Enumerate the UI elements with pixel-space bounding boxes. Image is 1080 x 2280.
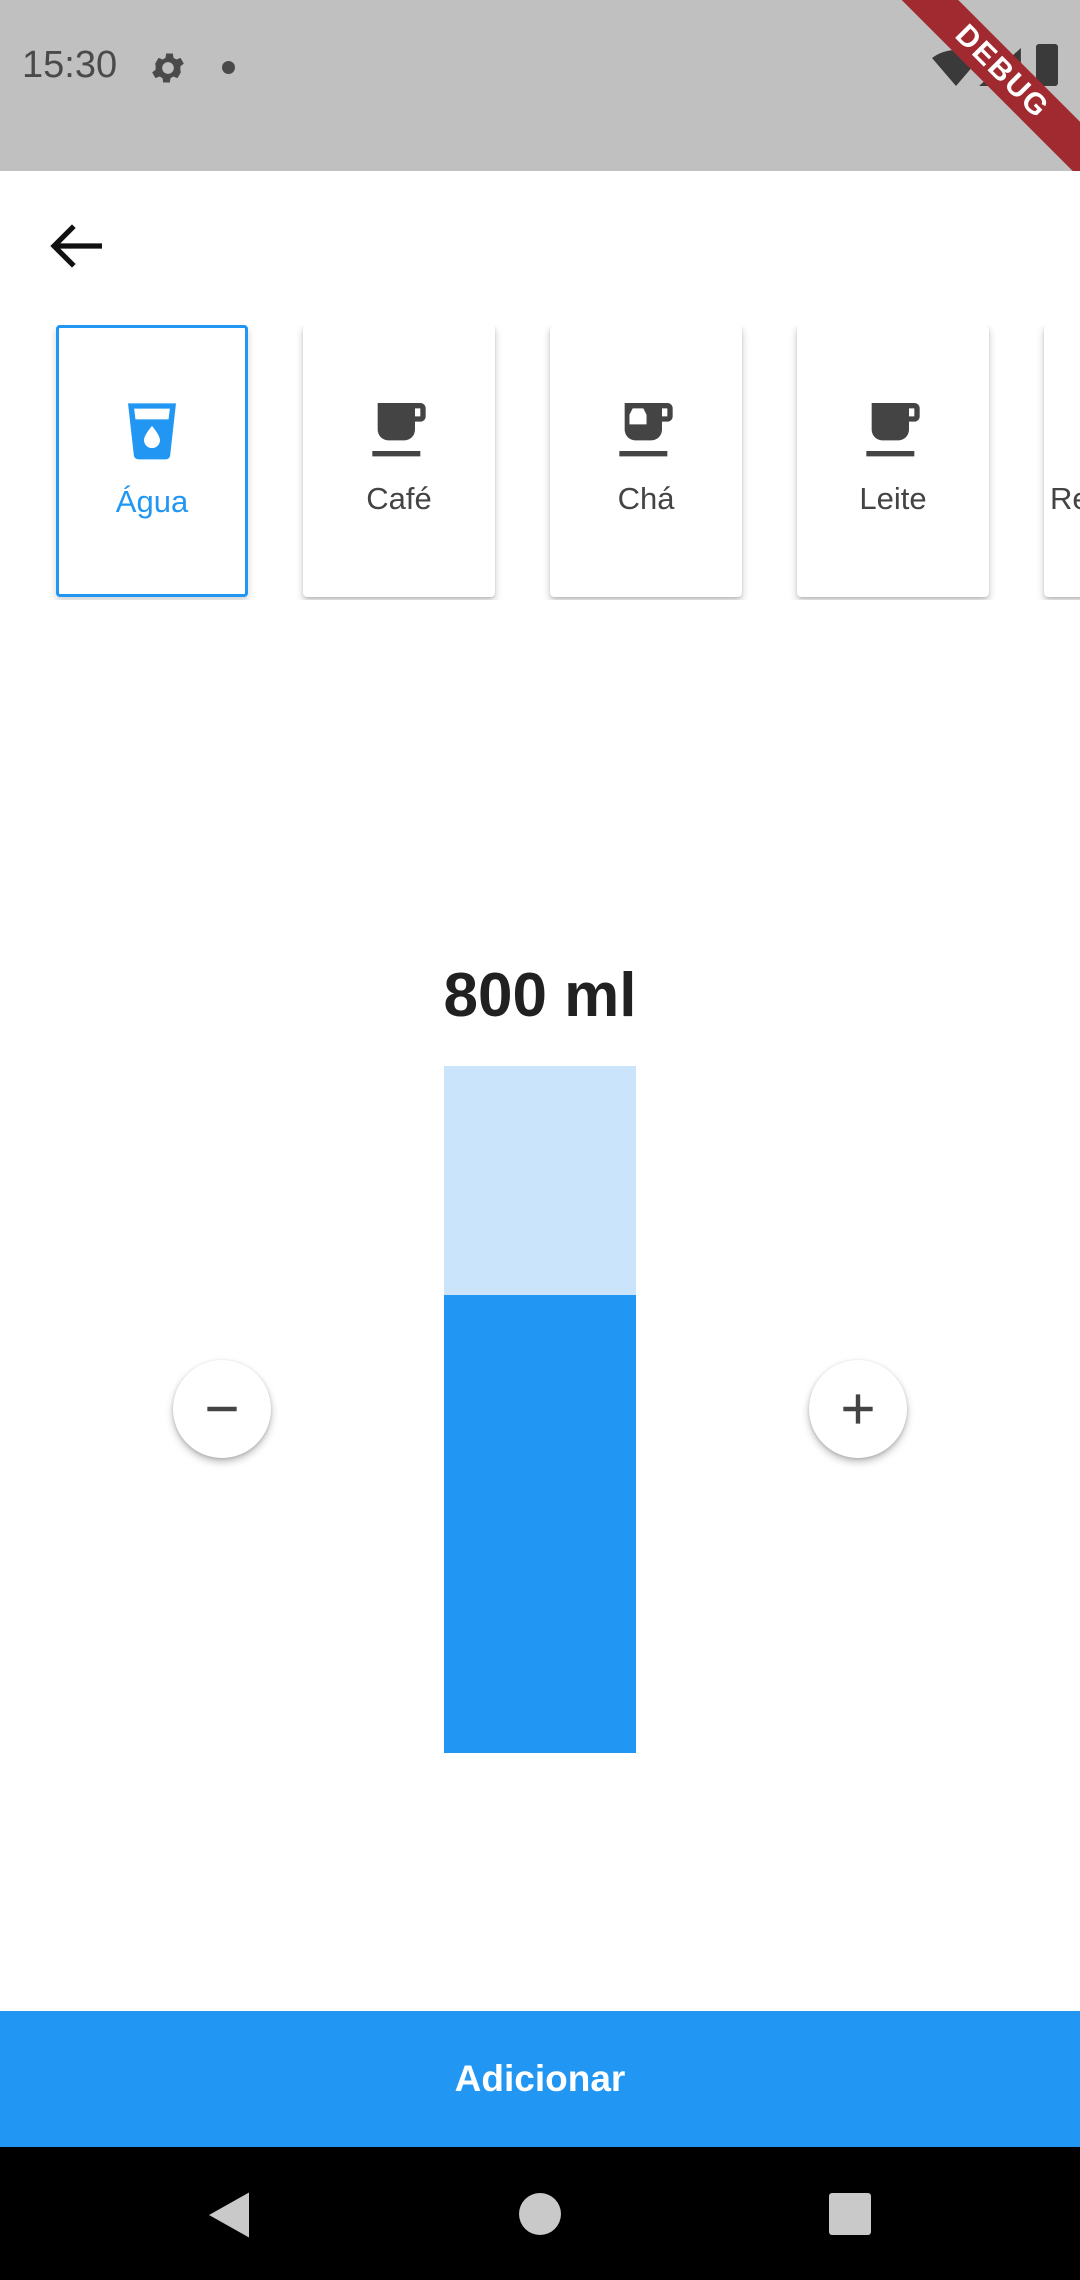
drink-card-cafe[interactable]: Café — [303, 325, 495, 597]
increase-button[interactable] — [809, 1360, 907, 1458]
amount-label: 800 ml — [443, 961, 637, 1030]
drink-type-list: Água Café Chá Leite Re — [0, 325, 1080, 600]
nav-back-icon[interactable] — [204, 2190, 254, 2240]
coffee-cup-icon — [372, 403, 426, 457]
minus-icon — [207, 1406, 237, 1412]
drink-card-label: Re — [1050, 481, 1080, 516]
drink-card-agua[interactable]: Água — [56, 325, 248, 597]
notification-dot-icon — [222, 61, 235, 74]
nav-home-icon[interactable] — [519, 2193, 561, 2235]
gear-icon — [152, 53, 184, 83]
drink-card-leite[interactable]: Leite — [797, 325, 989, 597]
status-bar: 15:30 DEBUG — [0, 0, 1080, 171]
add-button[interactable]: Adicionar — [0, 2011, 1080, 2147]
decrease-button[interactable] — [173, 1360, 271, 1458]
water-cup-icon — [128, 403, 176, 460]
volume-gauge-fill — [444, 1294, 636, 1753]
drink-card-label: Chá — [617, 481, 675, 516]
drink-card-label: Leite — [859, 481, 927, 516]
drink-card-cha[interactable]: Chá — [550, 325, 742, 597]
arrow-back-icon — [50, 224, 102, 268]
debug-banner: DEBUG — [874, 0, 1080, 171]
debug-banner-clip: DEBUG — [860, 0, 1080, 171]
status-time: 15:30 — [22, 44, 118, 86]
drink-card-label: Café — [366, 481, 432, 516]
nav-recent-icon[interactable] — [829, 2193, 871, 2235]
drink-card-partial[interactable]: Re — [1044, 325, 1080, 597]
volume-gauge[interactable] — [444, 1066, 636, 1753]
back-button[interactable] — [40, 210, 112, 282]
plus-icon — [843, 1394, 873, 1424]
tea-cup-icon — [619, 403, 673, 457]
drink-card-label: Água — [115, 484, 189, 519]
coffee-cup-icon — [866, 403, 920, 457]
